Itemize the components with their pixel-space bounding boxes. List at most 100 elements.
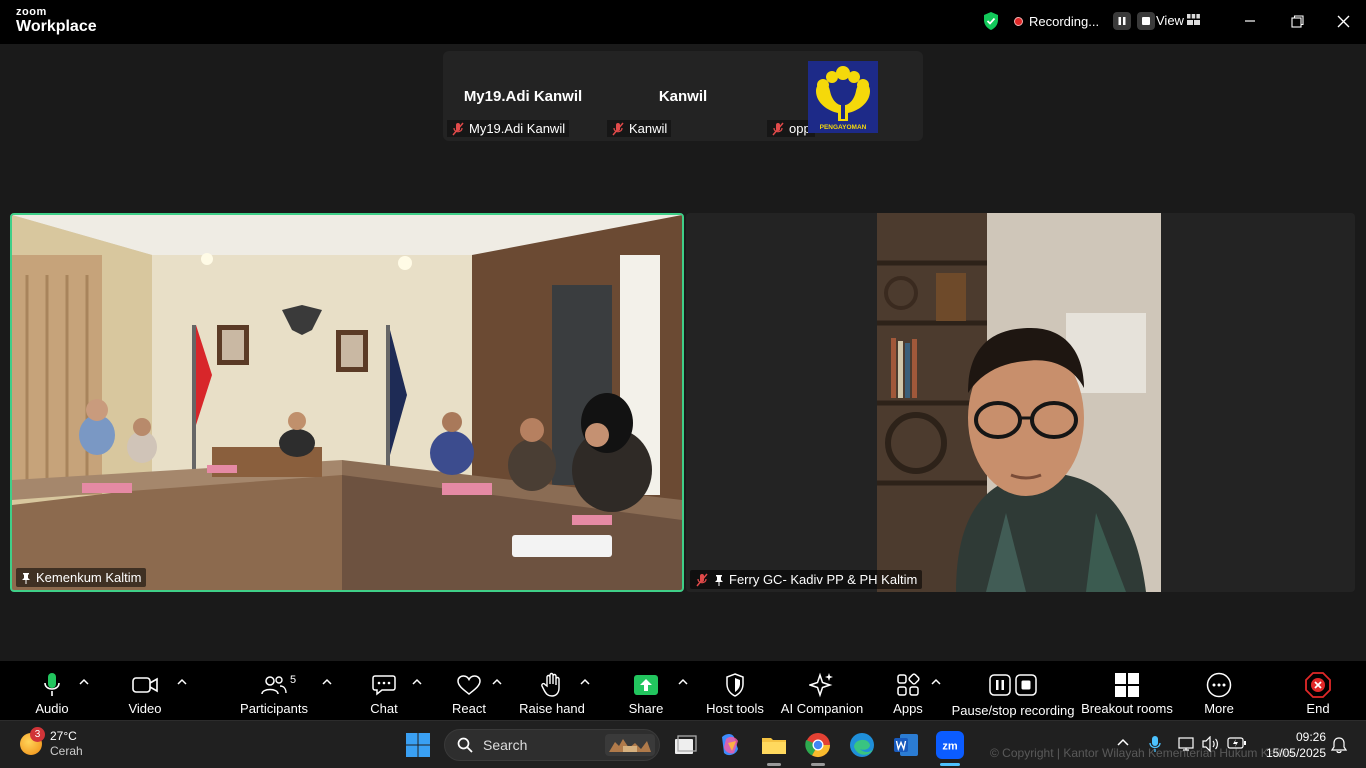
volume-icon[interactable] — [1202, 736, 1220, 752]
tile-label-text: Ferry GC- Kadiv PP & PH Kaltim — [729, 572, 918, 587]
weather-desc: Cerah — [50, 744, 83, 758]
minimize-button[interactable] — [1238, 10, 1262, 32]
search-placeholder: Search — [483, 737, 528, 753]
show-hidden-icons-chevron-up-icon[interactable] — [1117, 737, 1129, 749]
brand-top: zoom — [16, 6, 47, 18]
meeting-toolbar: Audio Video Participants 5 Chat React Ra… — [0, 661, 1366, 720]
mic-muted-icon — [612, 122, 624, 135]
heart-icon — [457, 675, 481, 695]
share-options-chevron-up-icon[interactable] — [678, 678, 688, 686]
more-label: More — [1204, 701, 1234, 716]
stop-recording-button[interactable] — [1137, 12, 1156, 30]
ai-companion-button[interactable]: AI Companion — [780, 661, 864, 720]
pause-icon — [1118, 17, 1126, 25]
participants-icon — [261, 676, 287, 695]
zoom-logo: zoom Workplace — [16, 7, 97, 35]
breakout-rooms-button[interactable]: Breakout rooms — [1081, 661, 1173, 720]
task-view-icon[interactable] — [671, 731, 699, 759]
apps-icon — [897, 673, 920, 696]
more-button[interactable]: More — [1198, 661, 1240, 720]
chat-label: Chat — [370, 701, 398, 716]
tile-label: Kemenkum Kaltim — [16, 568, 147, 587]
apps-button[interactable]: Apps — [886, 661, 930, 720]
thumbnail-participant-2[interactable]: Kanwil Kanwil — [603, 51, 763, 141]
video-tile-kemenkum-kaltim[interactable]: Kemenkum Kaltim — [10, 213, 684, 592]
apps-label: Apps — [893, 701, 923, 716]
react-label: React — [452, 701, 486, 716]
participant-label: Kanwil — [607, 120, 672, 137]
copilot-icon[interactable] — [716, 731, 744, 759]
chrome-icon[interactable] — [804, 731, 832, 759]
pengayoman-logo: PENGAYOMAN — [808, 61, 878, 133]
tile-label: Ferry GC- Kadiv PP & PH Kaltim — [690, 570, 923, 589]
end-meeting-button[interactable]: End — [1298, 661, 1338, 720]
weather-widget[interactable]: 3 27°C Cerah — [20, 727, 83, 759]
apps-options-chevron-up-icon[interactable] — [931, 678, 941, 686]
title-bar: zoom Workplace Recording... View — [0, 0, 1366, 44]
raise-hand-button[interactable]: Raise hand — [519, 661, 585, 720]
tile-label-text: Kemenkum Kaltim — [36, 570, 142, 585]
stop-icon — [1142, 17, 1151, 25]
windows-taskbar: 3 27°C Cerah Search zm © Copyright | Kan… — [0, 720, 1366, 768]
pause-recording-icon — [989, 674, 1011, 696]
close-button[interactable] — [1331, 10, 1355, 32]
ai-companion-label: AI Companion — [780, 701, 864, 716]
participant-label: My19.Adi Kanwil — [447, 120, 570, 137]
pause-stop-label: Pause/stop recording — [951, 703, 1075, 718]
chat-options-chevron-up-icon[interactable] — [412, 678, 422, 686]
share-button[interactable]: Share — [624, 661, 668, 720]
mic-muted-icon — [696, 573, 708, 586]
host-tools-button[interactable]: Host tools — [705, 661, 765, 720]
audio-options-chevron-up-icon[interactable] — [79, 678, 89, 686]
sparkle-icon — [809, 672, 833, 698]
react-button[interactable]: React — [447, 661, 491, 720]
video-button[interactable]: Video — [123, 661, 167, 720]
end-meeting-icon — [1305, 672, 1331, 698]
react-options-chevron-up-icon[interactable] — [492, 678, 502, 686]
video-camera-icon — [132, 677, 158, 693]
raise-hand-icon — [541, 672, 560, 697]
windows-start-icon[interactable] — [404, 731, 432, 759]
participant-display-name: Kanwil — [658, 88, 708, 105]
audio-button[interactable]: Audio — [30, 661, 74, 720]
microphone-in-use-icon[interactable] — [1149, 735, 1161, 753]
taskbar-search[interactable]: Search — [444, 729, 660, 761]
video-options-chevron-up-icon[interactable] — [177, 678, 187, 686]
share-label: Share — [628, 701, 664, 716]
network-icon[interactable] — [1178, 736, 1196, 752]
raise-hand-label: Raise hand — [519, 701, 585, 716]
raise-hand-options-chevron-up-icon[interactable] — [580, 678, 590, 686]
pause-stop-recording-button[interactable]: Pause/stop recording — [951, 661, 1075, 720]
edge-icon[interactable] — [848, 731, 876, 759]
audio-label: Audio — [35, 701, 69, 716]
pin-icon — [22, 572, 30, 584]
end-label: End — [1306, 701, 1330, 716]
chat-bubble-icon — [372, 675, 396, 696]
video-tile-ferry[interactable]: Ferry GC- Kadiv PP & PH Kaltim — [686, 213, 1355, 592]
chat-button[interactable]: Chat — [363, 661, 405, 720]
restore-icon — [1290, 14, 1304, 28]
speaker-video — [686, 213, 1355, 592]
thumbnail-participant-1[interactable]: My19.Adi Kanwil My19.Adi Kanwil — [443, 51, 603, 141]
view-button[interactable]: View — [1156, 13, 1184, 28]
recording-area: Recording... — [982, 10, 1156, 32]
battery-icon[interactable] — [1227, 737, 1247, 749]
participants-options-chevron-up-icon[interactable] — [322, 678, 332, 686]
participant-label-text: My19.Adi Kanwil — [469, 121, 566, 136]
recording-status: Recording... — [1029, 13, 1100, 29]
running-indicator — [811, 763, 825, 766]
zoom-app-icon[interactable]: zm — [936, 731, 964, 759]
security-shield-icon[interactable] — [982, 11, 1000, 31]
active-indicator — [940, 763, 960, 766]
participants-button[interactable]: Participants — [240, 661, 308, 720]
word-icon[interactable] — [892, 731, 920, 759]
weather-badge: 3 — [30, 727, 45, 742]
pause-recording-button[interactable] — [1113, 12, 1132, 30]
microphone-icon — [44, 673, 60, 696]
notifications-icon[interactable] — [1331, 736, 1347, 754]
grid-view-icon[interactable] — [1187, 14, 1200, 25]
system-clock[interactable]: 09:26 15/05/2025 — [1256, 729, 1326, 761]
file-explorer-icon[interactable] — [760, 731, 788, 759]
restore-button[interactable] — [1285, 10, 1309, 32]
logo-text: PENGAYOMAN — [820, 124, 867, 131]
